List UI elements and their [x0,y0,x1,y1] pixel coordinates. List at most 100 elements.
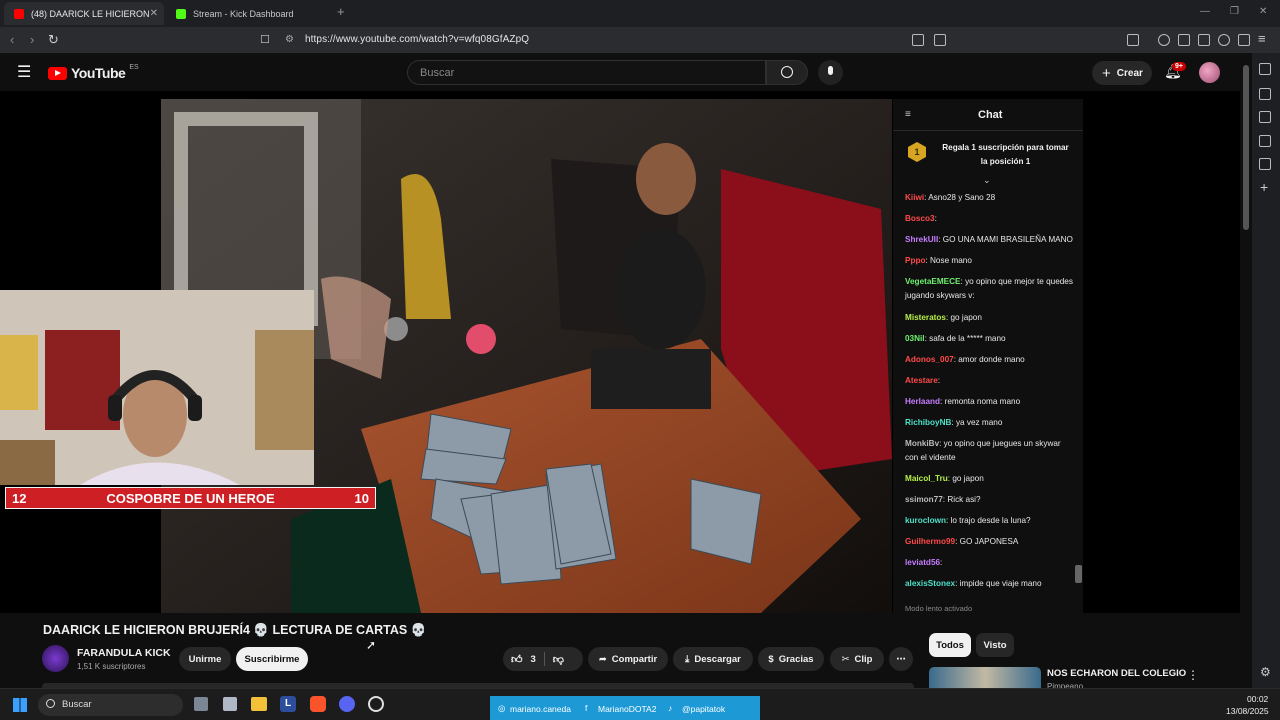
page-scroll-thumb[interactable] [1243,65,1249,230]
brave-icon[interactable] [310,696,326,712]
chat-message[interactable]: RichiboyNB: ya vez mano [905,416,1073,430]
chat-username[interactable]: Atestare [905,376,938,385]
chat-username[interactable]: kuroclown [905,516,946,525]
chat-username[interactable]: 03Nil [905,334,925,343]
share-icon[interactable] [934,34,946,46]
chat-username[interactable]: Adonos_007 [905,355,954,364]
dislike-icon[interactable]: 👎︎ [553,653,564,666]
chat-username[interactable]: Misteratos [905,313,946,322]
chat-username[interactable]: ShrekUII [905,235,938,244]
discord-icon[interactable] [339,696,355,712]
wallet-icon[interactable] [1198,34,1210,46]
windows-start-icon[interactable] [13,698,27,712]
obs-icon[interactable] [368,696,384,712]
scroll-thumb[interactable] [1075,565,1082,583]
file-explorer-icon[interactable] [251,697,267,711]
voice-search-button[interactable] [818,60,843,85]
tab-youtube[interactable]: (48) DAARICK LE HICIERON B ✕ [4,2,164,25]
chat-message[interactable]: Guilhermo99: GO JAPONESA [905,535,1073,549]
share-button[interactable]: ➦ Compartir [588,647,668,671]
chat-username[interactable]: MonkiBv [905,439,939,448]
wallet-sidebar-icon[interactable] [1259,111,1271,123]
chat-message[interactable]: kuroclown: lo trajo desde la luna? [905,514,1073,528]
chat-username[interactable]: Kiiwi [905,193,924,202]
chat-message[interactable]: Herlaand: remonta noma mano [905,395,1073,409]
youtube-logo[interactable]: YouTube ES [48,64,139,81]
subscribe-button[interactable]: Suscribirme [236,647,308,671]
filter-seen[interactable]: Visto [976,633,1014,657]
recommended-thumbnail[interactable] [929,667,1041,688]
join-button[interactable]: Unirme [179,647,231,671]
recommended-menu-icon[interactable]: ⋮ [1187,668,1199,682]
chat-username[interactable]: VegetaEMECE [905,277,961,286]
create-button[interactable]: + Crear [1092,61,1152,85]
download-button[interactable]: ⤓ Descargar [673,647,753,671]
chat-message[interactable]: ShrekUII: GO UNA MAMI BRASILEÑA MANO [905,233,1073,247]
recommended-title[interactable]: NOS ECHARON DEL COLEGIO [1047,668,1186,679]
taskbar-search[interactable]: Buscar [38,694,183,716]
close-icon[interactable]: ✕ [150,8,158,19]
add-sidebar-icon[interactable]: + [1260,179,1268,195]
chat-username[interactable]: leviatd56 [905,558,940,567]
chat-menu-icon[interactable]: ≡ [905,109,911,120]
vpn-icon[interactable] [1238,34,1250,46]
chat-username[interactable]: Herlaand [905,397,940,406]
clock-date[interactable]: 13/08/2025 [1226,706,1269,716]
like-icon[interactable]: 👍︎ [511,653,523,666]
page-scrollbar[interactable] [1240,53,1252,688]
chat-message[interactable]: ssimon77: Rick asi? [905,493,1073,507]
chat-message[interactable]: leviatd56: [905,556,1073,570]
cast-icon[interactable] [912,34,924,46]
forward-icon[interactable]: › [30,32,34,47]
back-icon[interactable]: ‹ [10,32,14,47]
chat-message[interactable]: Pppo: Nose mano [905,254,1073,268]
expand-icon[interactable]: ⌄ [983,175,991,186]
channel-avatar[interactable] [42,645,69,672]
like-count[interactable]: 3 [531,654,536,665]
search-button[interactable] [766,60,808,85]
reading-list-icon[interactable] [1259,88,1271,100]
bookmark-icon[interactable]: ☐ [260,33,270,46]
hamburger-icon[interactable]: ☰ [17,62,31,82]
filter-all[interactable]: Todos [929,633,971,657]
chat-message[interactable]: Misteratos: go japon [905,311,1073,325]
clock-time[interactable]: 00:02 [1247,694,1268,704]
chat-message[interactable]: VegetaEMECE: yo opino que mejor te quede… [905,275,1073,303]
leo-sidebar-icon[interactable] [1259,63,1271,75]
search-input[interactable]: Buscar [407,60,766,85]
chat-message[interactable]: alexisStonex: impide que viaje mano [905,577,1073,591]
chat-message[interactable]: Atestare: [905,374,1073,388]
chat-username[interactable]: Guilhermo99 [905,537,955,546]
app-icon[interactable] [223,697,237,711]
panel-icon[interactable] [1178,34,1190,46]
minimize-icon[interactable]: — [1200,6,1210,17]
history-sidebar-icon[interactable] [1259,158,1271,170]
chat-message[interactable]: Maicol_Tru: go japon [905,472,1073,486]
chat-username[interactable]: Bosco3 [905,214,935,223]
leo-icon[interactable] [1218,34,1230,46]
chat-message[interactable]: Kiiwi: Asno28 y Sano 28 [905,191,1073,205]
more-actions-button[interactable]: ⋯ [889,647,913,671]
chat-username[interactable]: ssimon77 [905,495,943,504]
chat-scrollbar[interactable] [1075,192,1082,587]
chat-pinned-banner[interactable]: 1 Regala 1 suscripción para tomar la pos… [893,132,1083,185]
reload-icon[interactable]: ↻ [48,32,59,48]
sidebar-settings-icon[interactable]: ⚙ [1260,665,1271,679]
tab-kick[interactable]: Stream - Kick Dashboard [166,2,332,25]
chat-message[interactable]: Adonos_007: amor donde mano [905,353,1073,367]
restore-icon[interactable]: ❐ [1230,6,1239,17]
chat-message[interactable]: 03Nil: safa de la ***** mano [905,332,1073,346]
chat-message[interactable]: Bosco3: [905,212,1073,226]
chat-username[interactable]: alexisStonex [905,579,955,588]
site-info-icon[interactable]: ⚙ [285,34,294,45]
music-icon[interactable] [1158,34,1170,46]
thanks-button[interactable]: $ Gracias [758,647,824,671]
new-tab-button[interactable]: + [337,4,345,19]
close-window-icon[interactable]: ✕ [1259,6,1267,17]
chat-username[interactable]: RichiboyNB [905,418,951,427]
chat-username[interactable]: Pppo [905,256,925,265]
chat-message[interactable]: MonkiBv: yo opino que juegues un skywar … [905,437,1073,465]
task-view-icon[interactable] [194,697,208,711]
sidebar-toggle-icon[interactable] [1127,34,1139,46]
bookmarks-sidebar-icon[interactable] [1259,135,1271,147]
